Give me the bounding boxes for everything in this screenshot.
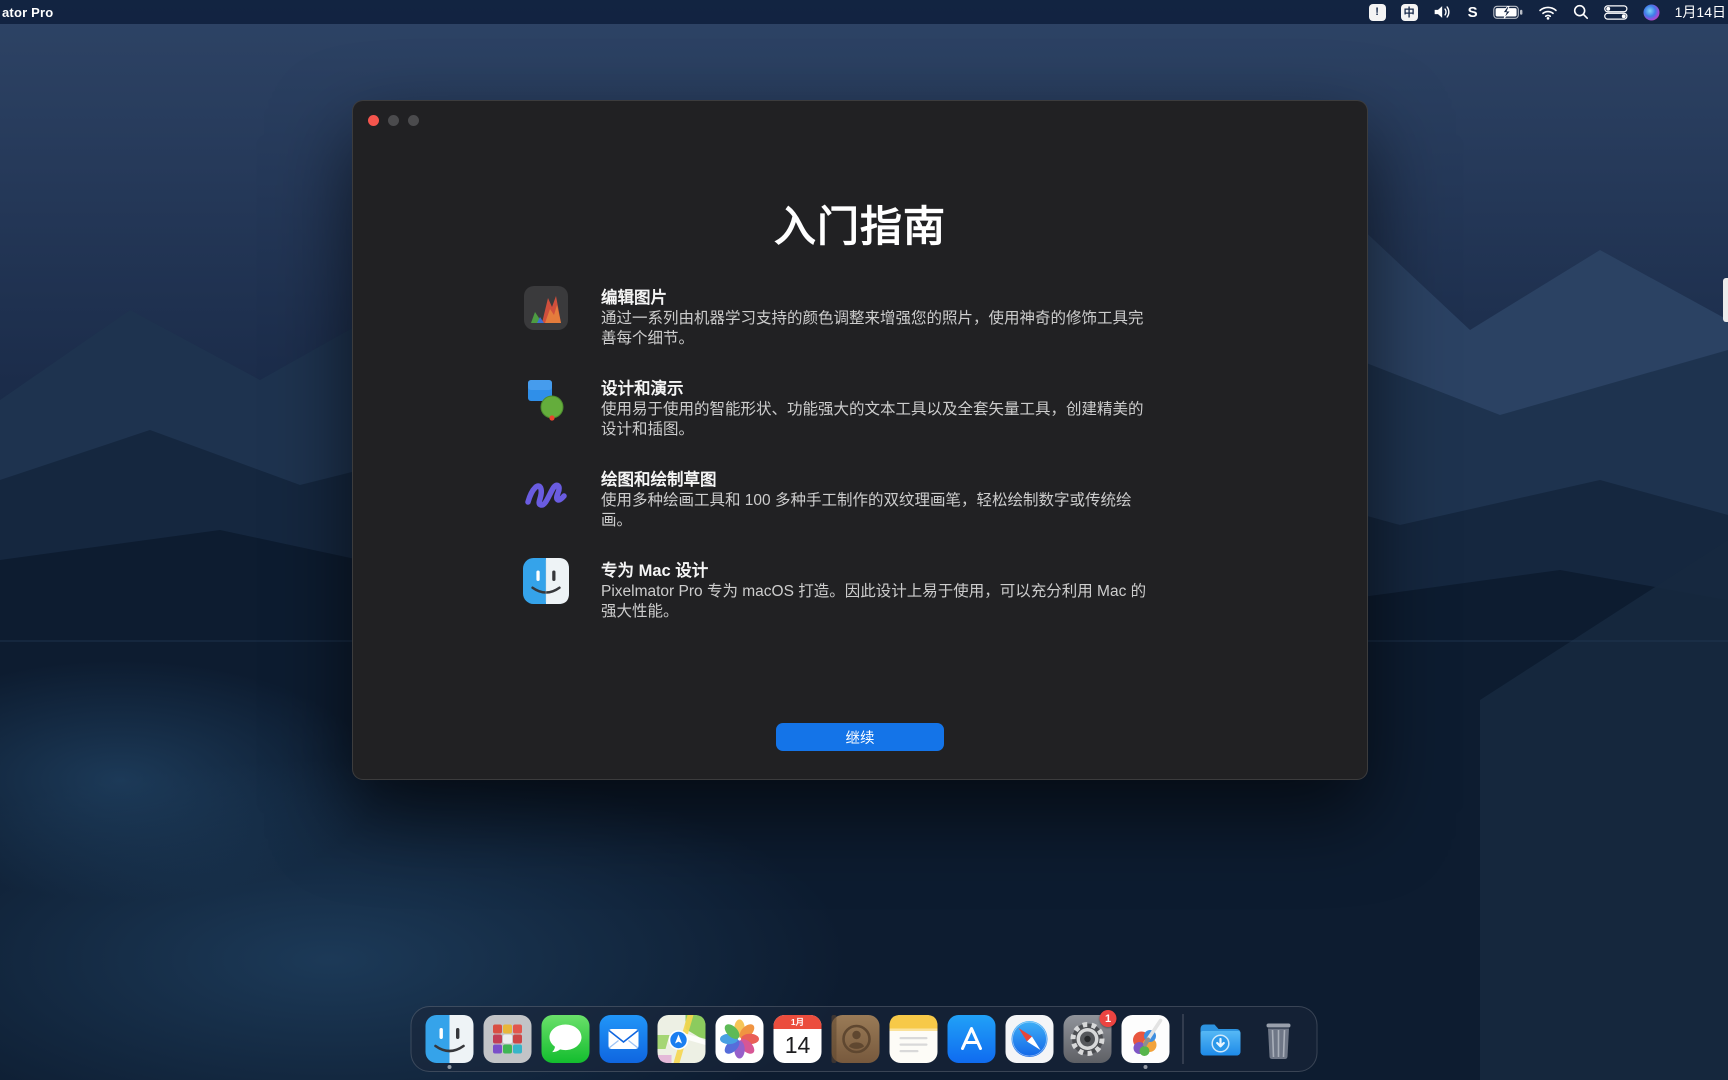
notification-badge-icon[interactable]: ! — [1369, 4, 1386, 21]
calendar-month-label: 1月 — [774, 1015, 822, 1029]
dock-trash-icon[interactable] — [1255, 1015, 1303, 1063]
s-app-icon[interactable]: S — [1468, 4, 1478, 21]
dock-safari-icon[interactable] — [1006, 1015, 1054, 1063]
minimize-button-disabled[interactable] — [388, 115, 399, 126]
close-button[interactable] — [368, 115, 379, 126]
paint-squiggle-icon — [523, 467, 569, 513]
photo-adjustments-icon — [523, 285, 569, 331]
running-indicator-dot — [448, 1065, 452, 1069]
input-source-icon[interactable]: 中 — [1401, 4, 1418, 21]
feature-row-edit-photos: 编辑图片 通过一系列由机器学习支持的颜色调整来增强您的照片，使用神奇的修饰工具完… — [523, 287, 1163, 349]
feature-title: 设计和演示 — [601, 378, 1161, 400]
feature-body: 使用多种绘画工具和 100 多种手工制作的双纹理画笔，轻松绘制数字或传统绘画。 — [601, 491, 1153, 531]
feature-title: 专为 Mac 设计 — [601, 560, 1161, 582]
feature-body: 通过一系列由机器学习支持的颜色调整来增强您的照片，使用神奇的修饰工具完善每个细节… — [601, 309, 1153, 349]
dock-downloads-folder-icon[interactable] — [1197, 1015, 1245, 1063]
dock-contacts-icon[interactable] — [832, 1015, 880, 1063]
calendar-day-label: 14 — [774, 1029, 822, 1061]
finder-mac-icon — [523, 558, 569, 604]
feature-body: 使用易于使用的智能形状、功能强大的文本工具以及全套矢量工具，创建精美的设计和插图… — [601, 400, 1153, 440]
spotlight-search-icon[interactable] — [1573, 4, 1589, 20]
dock-separator — [1183, 1014, 1184, 1064]
dock-notes-icon[interactable] — [890, 1015, 938, 1063]
window-traffic-lights — [368, 115, 419, 126]
wifi-icon[interactable] — [1538, 5, 1558, 20]
siri-icon[interactable] — [1643, 4, 1660, 21]
control-center-icon[interactable] — [1604, 5, 1628, 20]
dock-system-preferences-icon[interactable]: 1 — [1064, 1015, 1112, 1063]
dock-calendar-icon[interactable]: 1月 14 — [774, 1015, 822, 1063]
dock-launchpad-icon[interactable] — [484, 1015, 532, 1063]
zoom-button-disabled[interactable] — [408, 115, 419, 126]
screen-right-edge-artifact — [1723, 278, 1728, 322]
dock-finder-icon[interactable] — [426, 1015, 474, 1063]
battery-charging-icon[interactable] — [1493, 5, 1523, 20]
feature-body: Pixelmator Pro 专为 macOS 打造。因此设计上易于使用，可以充… — [601, 582, 1153, 622]
design-shapes-icon — [523, 376, 569, 422]
feature-title: 编辑图片 — [601, 287, 1161, 309]
page-title: 入门指南 — [353, 193, 1367, 254]
feature-row-mac: 专为 Mac 设计 Pixelmator Pro 专为 macOS 打造。因此设… — [523, 560, 1163, 622]
dock-mail-icon[interactable] — [600, 1015, 648, 1063]
feature-row-design: 设计和演示 使用易于使用的智能形状、功能强大的文本工具以及全套矢量工具，创建精美… — [523, 378, 1163, 440]
dock-app-store-icon[interactable] — [948, 1015, 996, 1063]
feature-title: 绘图和绘制草图 — [601, 469, 1161, 491]
feature-row-paint: 绘图和绘制草图 使用多种绘画工具和 100 多种手工制作的双纹理画笔，轻松绘制数… — [523, 469, 1163, 531]
dock-pixelmator-pro-icon[interactable] — [1122, 1015, 1170, 1063]
menu-bar-clock[interactable]: 1月14日 — [1675, 2, 1726, 22]
getting-started-window: 入门指南 编辑图片 通过一系列由机器学习支持的颜色调整来增强您的照片，使用神奇的… — [352, 100, 1368, 780]
dock-maps-icon[interactable] — [658, 1015, 706, 1063]
dock: 1月 14 — [411, 1006, 1318, 1072]
menu-bar: ator Pro ! 中 S — [0, 0, 1728, 24]
volume-icon[interactable] — [1433, 4, 1453, 20]
continue-button[interactable]: 继续 — [776, 723, 944, 751]
running-indicator-dot — [1144, 1065, 1148, 1069]
notification-count-badge: 1 — [1100, 1010, 1117, 1027]
app-menu-title[interactable]: ator Pro — [2, 5, 53, 20]
desktop: ator Pro ! 中 S — [0, 0, 1728, 1080]
feature-list: 编辑图片 通过一系列由机器学习支持的颜色调整来增强您的照片，使用神奇的修饰工具完… — [523, 287, 1163, 651]
dock-messages-icon[interactable] — [542, 1015, 590, 1063]
dock-photos-icon[interactable] — [716, 1015, 764, 1063]
